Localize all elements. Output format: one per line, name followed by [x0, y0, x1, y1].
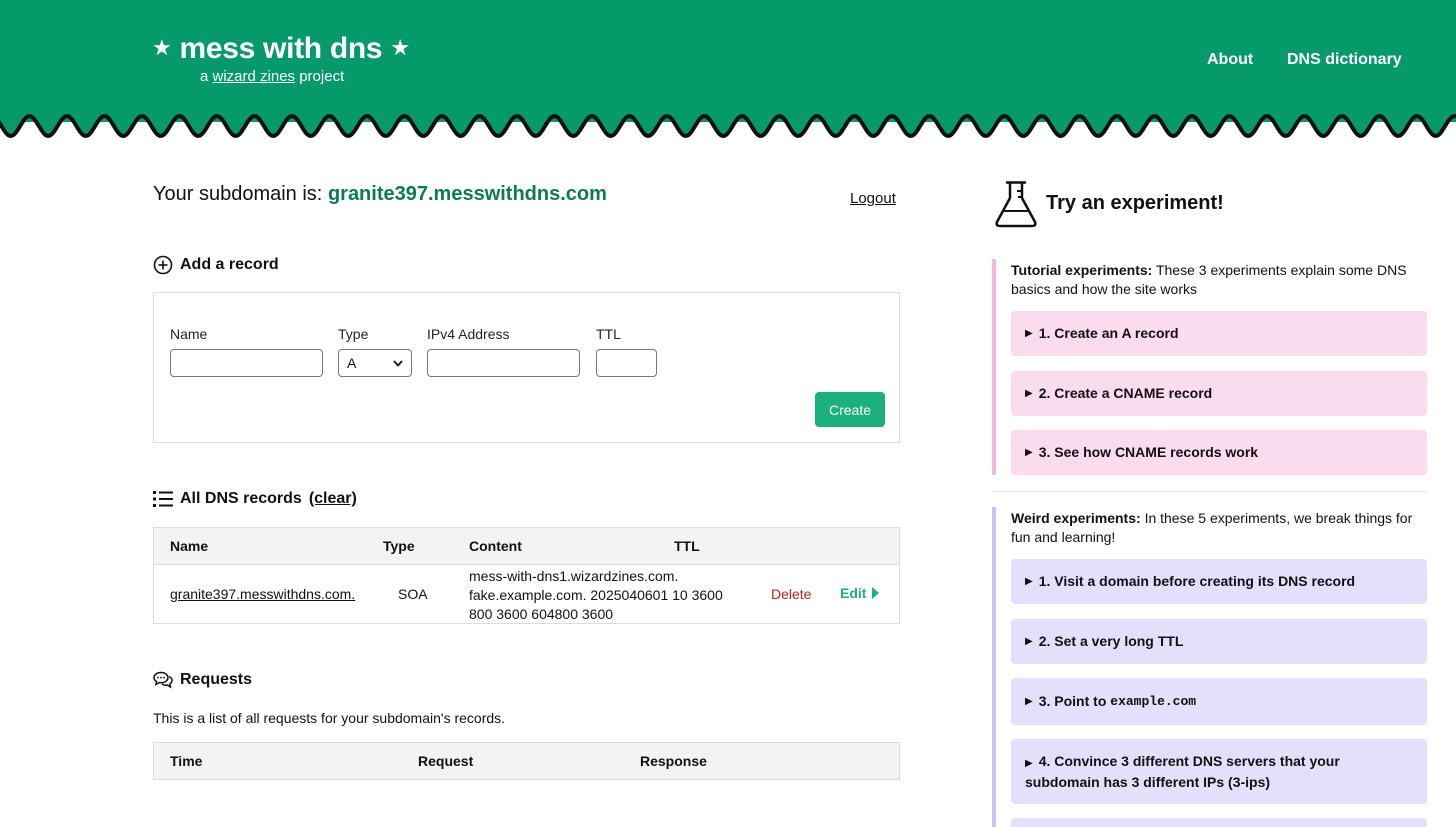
- table-header: Time Request Response: [154, 743, 899, 779]
- clear-records-link[interactable]: (clear): [309, 490, 357, 508]
- record-content-line: fake.example.com. 2025040601 10 3600: [469, 587, 723, 603]
- nav-dns-dictionary[interactable]: DNS dictionary: [1287, 51, 1402, 69]
- tutorial-group-heading: Tutorial experiments:: [1011, 262, 1153, 278]
- experiments-title: Try an experiment!: [1046, 192, 1224, 214]
- tutorial-group-description: Tutorial experiments: These 3 experiment…: [1011, 261, 1431, 299]
- nav-about[interactable]: About: [1207, 51, 1253, 69]
- subdomain-label: Your subdomain is:: [153, 183, 323, 205]
- site-title-text: mess with dns: [179, 32, 383, 65]
- experiment-next[interactable]: [1011, 818, 1427, 827]
- experiment-label: 1. Create an A record: [1038, 325, 1179, 341]
- weird-group-heading: Weird experiments:: [1011, 510, 1141, 526]
- table-row: granite397.messwithdns.com. SOA mess-wit…: [154, 564, 899, 623]
- list-icon: [153, 491, 173, 507]
- brand[interactable]: ★ mess with dns ★ a wizard zines project: [152, 32, 410, 85]
- experiment-label: 3. See how CNAME records work: [1038, 444, 1259, 460]
- experiment-cname-records-work[interactable]: ▶ 3. See how CNAME records work: [1011, 430, 1427, 475]
- logout-link[interactable]: Logout: [850, 190, 896, 207]
- star-icon: ★: [390, 35, 410, 60]
- divider: [992, 491, 1427, 492]
- header-wave: [0, 112, 1456, 139]
- ipv4-address-input[interactable]: [427, 349, 580, 377]
- type-select[interactable]: A: [338, 349, 412, 377]
- triangle-right-icon: ▶: [1025, 757, 1033, 769]
- plus-circle-icon: [153, 255, 173, 275]
- edit-record-button[interactable]: Edit: [840, 585, 880, 601]
- experiment-label: 2. Create a CNAME record: [1038, 385, 1213, 401]
- subtitle-suffix: project: [299, 68, 345, 85]
- requests-description: This is a list of all requests for your …: [153, 710, 506, 726]
- triangle-right-icon: ▶: [1025, 636, 1033, 647]
- weird-group-description: Weird experiments: In these 5 experiment…: [1011, 509, 1431, 547]
- tutorial-group-bar: [992, 259, 996, 475]
- experiment-create-cname-record[interactable]: ▶ 2. Create a CNAME record: [1011, 371, 1427, 416]
- caret-right-icon: [872, 587, 880, 599]
- subdomain-value: granite397.messwithdns.com: [327, 183, 607, 205]
- dns-records-heading: All DNS records (clear): [153, 490, 357, 508]
- record-content-line: 800 3600 604800 3600: [469, 606, 614, 622]
- experiment-visit-domain-first[interactable]: ▶ 1. Visit a domain before creating its D…: [1011, 559, 1427, 604]
- column-header-ttl: TTL: [674, 538, 700, 554]
- experiment-create-a-record[interactable]: ▶ 1. Create an A record: [1011, 311, 1427, 356]
- dns-records-title: All DNS records: [180, 490, 302, 507]
- site-subtitle: a wizard zines project: [200, 68, 344, 85]
- experiment-code: example.com: [1110, 694, 1197, 709]
- subtitle-prefix: a: [200, 68, 209, 85]
- delete-record-button[interactable]: Delete: [771, 586, 811, 602]
- triangle-right-icon: ▶: [1025, 576, 1033, 587]
- ipv4-address-label: IPv4 Address: [427, 326, 510, 342]
- add-record-title: Add a record: [180, 256, 279, 273]
- chat-bubbles-icon: [153, 671, 173, 689]
- add-record-heading: Add a record: [153, 255, 279, 275]
- requests-table: Time Request Response: [153, 742, 900, 780]
- name-input[interactable]: [170, 349, 323, 377]
- record-content: mess-with-dns1.wizardzines.com. fake.exa…: [469, 567, 723, 624]
- flask-icon: [995, 181, 1037, 228]
- create-button[interactable]: Create: [815, 392, 885, 427]
- column-header-content: Content: [469, 538, 522, 554]
- triangle-right-icon: ▶: [1025, 696, 1033, 707]
- chevron-down-icon: [393, 359, 403, 367]
- column-header-request: Request: [418, 753, 474, 769]
- type-label: Type: [338, 326, 369, 342]
- experiment-three-ips[interactable]: ▶ 4. Convince 3 different DNS servers tha…: [1011, 739, 1427, 804]
- edit-label: Edit: [840, 585, 867, 601]
- record-type: SOA: [398, 586, 428, 602]
- star-icon: ★: [152, 35, 172, 60]
- name-label: Name: [170, 326, 208, 342]
- wizard-zines-link[interactable]: wizard zines: [213, 68, 296, 85]
- experiment-label: 1. Visit a domain before creating its DN…: [1038, 573, 1356, 589]
- record-name-link[interactable]: granite397.messwithdns.com.: [170, 586, 355, 602]
- column-header-type: Type: [383, 538, 415, 554]
- experiment-point-to-example[interactable]: ▶ 3. Point to example.com: [1011, 678, 1427, 725]
- table-header: Name Type Content TTL: [154, 528, 899, 564]
- subdomain-line: Your subdomain is: granite397.messwithdn…: [153, 183, 607, 206]
- experiment-label: 2. Set a very long TTL: [1038, 633, 1184, 649]
- site-header: ★ mess with dns ★ a wizard zines project…: [0, 0, 1456, 122]
- site-title[interactable]: ★ mess with dns ★: [152, 32, 410, 66]
- triangle-right-icon: ▶: [1025, 388, 1033, 399]
- dns-records-table: Name Type Content TTL granite397.messwit…: [153, 527, 900, 624]
- column-header-time: Time: [170, 753, 203, 769]
- column-header-response: Response: [640, 753, 707, 769]
- triangle-right-icon: ▶: [1025, 447, 1033, 458]
- triangle-right-icon: ▶: [1025, 328, 1033, 339]
- experiment-label: 3. Point to: [1038, 693, 1107, 709]
- add-record-form: Name Type A IPv4 Address TTL Create: [153, 292, 900, 443]
- record-content-line: mess-with-dns1.wizardzines.com.: [469, 568, 679, 584]
- requests-heading: Requests: [153, 671, 252, 689]
- experiment-label: 4. Convince 3 different DNS servers that…: [1025, 752, 1340, 790]
- experiment-text: ▶ 4. Convince 3 different DNS servers tha…: [1025, 752, 1413, 792]
- experiment-long-ttl[interactable]: ▶ 2. Set a very long TTL: [1011, 619, 1427, 664]
- weird-group-bar: [992, 507, 996, 827]
- requests-title: Requests: [180, 671, 253, 688]
- column-header-name: Name: [170, 538, 209, 554]
- type-select-value: A: [347, 355, 357, 371]
- ttl-label: TTL: [596, 326, 621, 342]
- ttl-input[interactable]: [596, 349, 657, 377]
